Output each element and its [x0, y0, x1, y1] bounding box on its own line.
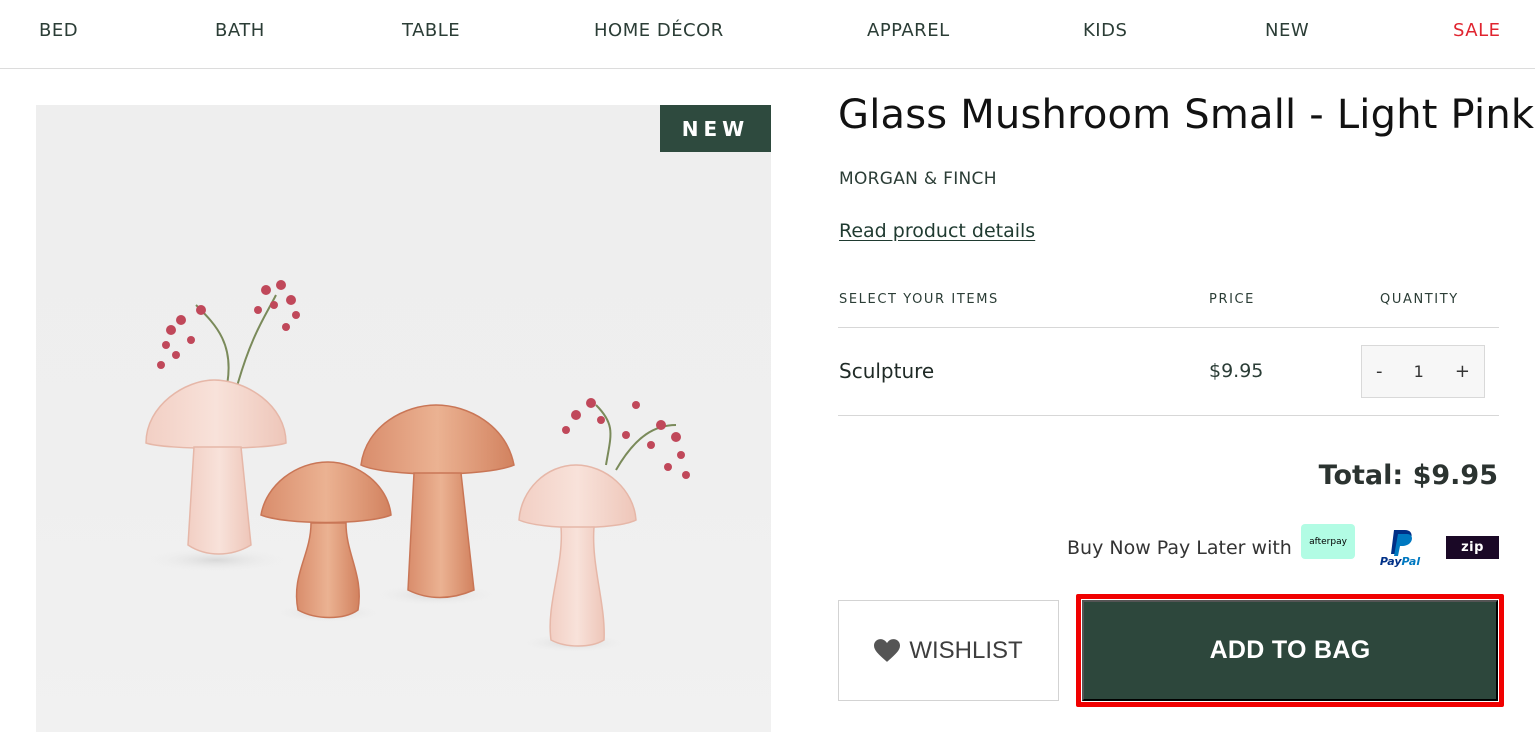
heart-icon	[874, 638, 901, 662]
quantity-decrease-button[interactable]: -	[1376, 361, 1383, 382]
header-price: PRICE	[1209, 292, 1255, 307]
quantity-stepper: - 1 +	[1361, 345, 1485, 398]
header-quantity: QUANTITY	[1380, 292, 1459, 307]
afterpay-logo[interactable]: afterpay	[1301, 524, 1355, 559]
zip-logo-text: zip	[1461, 540, 1484, 555]
zip-logo[interactable]: zip	[1446, 536, 1499, 559]
paypal-icon	[1391, 530, 1412, 556]
product-image[interactable]: NEW	[36, 105, 771, 732]
add-to-bag-label: ADD TO BAG	[1209, 636, 1371, 664]
nav-item-new[interactable]: NEW	[1265, 20, 1309, 41]
read-product-details-link[interactable]: Read product details	[839, 220, 1035, 242]
quantity-increase-button[interactable]: +	[1455, 361, 1470, 382]
header-select-items: SELECT YOUR ITEMS	[839, 292, 999, 307]
item-price: $9.95	[1209, 360, 1264, 382]
table-divider	[838, 415, 1499, 416]
quantity-value[interactable]: 1	[1414, 362, 1424, 381]
item-name: Sculpture	[839, 359, 935, 383]
nav-item-home-decor[interactable]: HOME DÉCOR	[594, 20, 724, 41]
paypal-logo[interactable]: PayPal	[1375, 528, 1425, 568]
top-navigation: BED BATH TABLE HOME DÉCOR APPAREL KIDS N…	[0, 0, 1535, 69]
nav-item-kids[interactable]: KIDS	[1083, 20, 1127, 41]
nav-item-bed[interactable]: BED	[39, 20, 78, 41]
new-badge: NEW	[660, 105, 771, 152]
add-to-bag-button[interactable]: ADD TO BAG	[1082, 600, 1498, 701]
product-title: Glass Mushroom Small - Light Pink	[838, 92, 1535, 138]
nav-item-bath[interactable]: BATH	[215, 20, 265, 41]
wishlist-label: WISHLIST	[909, 636, 1023, 664]
product-brand[interactable]: MORGAN & FINCH	[839, 169, 997, 189]
paypal-logo-text: PayPal	[1379, 555, 1421, 568]
wishlist-button[interactable]: WISHLIST	[838, 600, 1059, 701]
nav-item-table[interactable]: TABLE	[402, 20, 460, 41]
mushroom-vases-illustration	[145, 280, 690, 653]
table-divider	[838, 327, 1499, 328]
nav-item-apparel[interactable]: APPAREL	[867, 20, 950, 41]
bnpl-label: Buy Now Pay Later with	[1067, 537, 1292, 559]
order-total: Total: $9.95	[1318, 460, 1498, 491]
afterpay-logo-text: afterpay	[1309, 536, 1347, 547]
nav-item-sale[interactable]: SALE	[1453, 20, 1500, 41]
